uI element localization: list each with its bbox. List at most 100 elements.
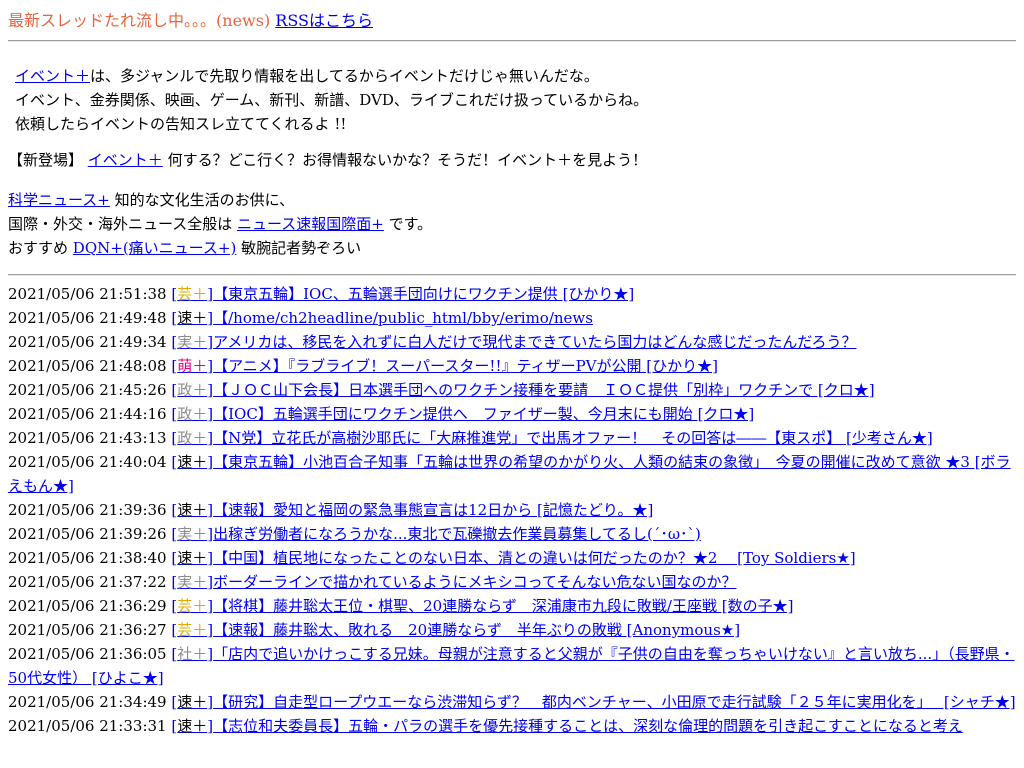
feed-row: 2021/05/06 21:40:04 [速＋]【東京五輪】小池百合子知事「五輪… <box>8 450 1016 498</box>
feed-category-label: 速＋ <box>177 309 208 327</box>
intl-prefix: 国際・外交・海外ニュース全般は <box>8 215 233 233</box>
feed-category-link[interactable]: [速＋] <box>171 453 213 471</box>
news-tag: (news) <box>216 11 271 30</box>
feed-category-link[interactable]: [実＋] <box>171 333 213 351</box>
feed-category-link[interactable]: [政＋] <box>171 405 213 423</box>
feed-category-label: 速＋ <box>177 501 208 519</box>
feed-thread-title-link[interactable]: 【/home/ch2headline/public_html/bby/erimo… <box>213 309 593 327</box>
science-line: 科学ニュース+ 知的な文化生活のお供に、 <box>8 188 1016 212</box>
feed-thread-title-link[interactable]: 【アニメ】『ラブライブ！スーパースター!!』ティザーPVが公開 [ひかり★] <box>213 357 718 375</box>
dqn-line: おすすめ DQN+(痛いニュース+) 敏腕記者勢ぞろい <box>8 236 1016 260</box>
divider-top <box>8 40 1016 42</box>
feed-category-link[interactable]: [速＋] <box>171 309 213 327</box>
feed-row: 2021/05/06 21:33:31 [速＋]【志位和夫委員長】五輪・パラの選… <box>8 714 1016 738</box>
feed-category-label: 芸＋ <box>177 621 208 639</box>
rss-link[interactable]: RSSはこちら <box>275 11 373 30</box>
feed-category-link[interactable]: [芸＋] <box>171 597 213 615</box>
feed-category-label: 萌＋ <box>177 357 208 375</box>
intro-line-2: イベント、金券関係、映画、ゲーム、新刊、新譜、DVD、ライブこれだけ扱っているか… <box>15 91 649 109</box>
feed-row: 2021/05/06 21:36:29 [芸＋]【将棋】藤井聡太王位・棋聖、20… <box>8 594 1016 618</box>
feed-thread-title-link[interactable]: 【将棋】藤井聡太王位・棋聖、20連勝ならず 深浦康市九段に敗戦/王座戦 [数の子… <box>213 597 793 615</box>
thread-feed: 2021/05/06 21:51:38 [芸＋]【東京五輪】IOC、五輪選手団向… <box>8 282 1016 738</box>
intro-block: イベント＋は、多ジャンルで先取り情報を出してるからイベントだけじゃ無いんだな。 … <box>8 48 1016 136</box>
feed-category-label: 実＋ <box>177 525 208 543</box>
feed-timestamp: 2021/05/06 21:36:05 <box>8 645 167 663</box>
feed-category-link[interactable]: [速＋] <box>171 693 213 711</box>
feed-timestamp: 2021/05/06 21:40:04 <box>8 453 167 471</box>
feed-category-link[interactable]: [萌＋] <box>171 357 213 375</box>
dqn-prefix: おすすめ <box>8 239 69 257</box>
feed-category-label: 芸＋ <box>177 285 208 303</box>
feed-row: 2021/05/06 21:38:40 [速＋]【中国】植民地になったことのない… <box>8 546 1016 570</box>
feed-category-label: 社＋ <box>177 645 208 663</box>
feed-timestamp: 2021/05/06 21:51:38 <box>8 285 167 303</box>
feed-category-label: 速＋ <box>177 549 208 567</box>
intl-suffix: です。 <box>388 215 433 233</box>
feed-category-label: 芸＋ <box>177 597 208 615</box>
feed-category-link[interactable]: [速＋] <box>171 549 213 567</box>
feed-timestamp: 2021/05/06 21:37:22 <box>8 573 167 591</box>
feed-timestamp: 2021/05/06 21:36:29 <box>8 597 167 615</box>
feed-category-label: 速＋ <box>177 717 208 735</box>
feed-row: 2021/05/06 21:34:49 [速＋]【研究】自走型ロープウエーなら渋… <box>8 690 1016 714</box>
intl-news-link[interactable]: ニュース速報国際面+ <box>237 215 384 233</box>
feed-category-label: 政＋ <box>177 429 208 447</box>
feed-row: 2021/05/06 21:43:13 [政＋]【N党】立花氏が高樹沙耶氏に「大… <box>8 426 1016 450</box>
feed-category-link[interactable]: [社＋] <box>171 645 213 663</box>
newcomer-prefix: 【新登場】 <box>8 151 84 169</box>
feed-row: 2021/05/06 21:39:36 [速＋]【速報】愛知と福岡の緊急事態宣言… <box>8 498 1016 522</box>
feed-thread-title-link[interactable]: 【中国】植民地になったことのない日本、清との違いは何だったのか？★2 [Toy … <box>213 549 856 567</box>
feed-timestamp: 2021/05/06 21:39:36 <box>8 501 167 519</box>
feed-thread-title-link[interactable]: 【東京五輪】IOC、五輪選手団向けにワクチン提供 [ひかり★] <box>213 285 634 303</box>
feed-timestamp: 2021/05/06 21:38:40 <box>8 549 167 567</box>
page: 最新スレッドたれ流し中。。。(news) RSSはこちら イベント＋は、多ジャン… <box>0 0 1024 738</box>
dqn-link[interactable]: DQN+(痛いニュース+) <box>73 239 237 257</box>
feed-row: 2021/05/06 21:37:22 [実＋]ボーダーラインで描かれているよう… <box>8 570 1016 594</box>
feed-thread-title-link[interactable]: 【速報】愛知と福岡の緊急事態宣言は12日から [記憶たどり。★] <box>213 501 653 519</box>
event-plus-link[interactable]: イベント＋ <box>15 67 90 85</box>
feed-thread-title-link[interactable]: 【ＪＯＣ山下会長】日本選手団へのワクチン接種を要請 ＩＯＣ提供「別枠」ワクチンで… <box>213 381 874 399</box>
live-feed-label: 最新スレッドたれ流し中。。。 <box>8 11 217 30</box>
feed-category-label: 政＋ <box>177 405 208 423</box>
feed-category-link[interactable]: [速＋] <box>171 717 213 735</box>
feed-thread-title-link[interactable]: 【研究】自走型ロープウエーなら渋滞知らず？ 都内ベンチャー、小田原で走行試験「２… <box>213 693 1015 711</box>
feed-category-link[interactable]: [実＋] <box>171 573 213 591</box>
feed-row: 2021/05/06 21:48:08 [萌＋]【アニメ】『ラブライブ！スーパー… <box>8 354 1016 378</box>
feed-category-link[interactable]: [政＋] <box>171 429 213 447</box>
feed-row: 2021/05/06 21:49:48 [速＋]【/home/ch2headli… <box>8 306 1016 330</box>
feed-thread-title-link[interactable]: 【N党】立花氏が高樹沙耶氏に「大麻推進党」で出馬オファー！ その回答は――【東ス… <box>213 429 933 447</box>
feed-timestamp: 2021/05/06 21:43:13 <box>8 429 167 447</box>
feed-timestamp: 2021/05/06 21:34:49 <box>8 693 167 711</box>
feed-timestamp: 2021/05/06 21:36:27 <box>8 621 167 639</box>
feed-timestamp: 2021/05/06 21:49:34 <box>8 333 167 351</box>
dqn-text: 敏腕記者勢ぞろい <box>241 239 362 257</box>
feed-category-link[interactable]: [実＋] <box>171 525 213 543</box>
feed-row: 2021/05/06 21:45:26 [政＋]【ＪＯＣ山下会長】日本選手団への… <box>8 378 1016 402</box>
feed-category-link[interactable]: [芸＋] <box>171 285 213 303</box>
science-news-link[interactable]: 科学ニュース+ <box>8 191 110 209</box>
feed-thread-title-link[interactable]: 【IOC】五輪選手団にワクチン提供へ ファイザー製、今月末にも開始 [クロ★] <box>213 405 754 423</box>
feed-row: 2021/05/06 21:36:05 [社＋]「店内で追いかけっこする兄妹。母… <box>8 642 1016 690</box>
feed-category-link[interactable]: [政＋] <box>171 381 213 399</box>
feed-row: 2021/05/06 21:49:34 [実＋]アメリカは、移民を入れずに白人だ… <box>8 330 1016 354</box>
feed-row: 2021/05/06 21:51:38 [芸＋]【東京五輪】IOC、五輪選手団向… <box>8 282 1016 306</box>
feed-thread-title-link[interactable]: 【志位和夫委員長】五輪・パラの選手を優先接種することは、深刻な倫理的問題を引き起… <box>213 717 963 735</box>
intro-line-1-text: は、多ジャンルで先取り情報を出してるからイベントだけじゃ無いんだな。 <box>90 67 599 85</box>
feed-category-link[interactable]: [速＋] <box>171 501 213 519</box>
newcomer-line: 【新登場】 イベント＋ 何する？どこ行く？お得情報ないかな？そうだ！イベント＋を… <box>8 148 1016 172</box>
related-links: 科学ニュース+ 知的な文化生活のお供に、 国際・外交・海外ニュース全般は ニュー… <box>8 188 1016 260</box>
newcomer-text: 何する？どこ行く？お得情報ないかな？そうだ！イベント＋を見よう！ <box>167 151 648 169</box>
newcomer-event-link[interactable]: イベント＋ <box>88 151 163 169</box>
intro-line-1: イベント＋は、多ジャンルで先取り情報を出してるからイベントだけじゃ無いんだな。 <box>15 64 1016 88</box>
feed-timestamp: 2021/05/06 21:33:31 <box>8 717 167 735</box>
feed-category-label: 速＋ <box>177 453 208 471</box>
feed-row: 2021/05/06 21:39:26 [実＋]出稼ぎ労働者になろうかな...東… <box>8 522 1016 546</box>
feed-category-label: 政＋ <box>177 381 208 399</box>
feed-thread-title-link[interactable]: ボーダーラインで描かれているようにメキシコってそんない危ない国なのか？ <box>213 573 736 591</box>
divider-feed <box>8 274 1016 276</box>
feed-thread-title-link[interactable]: アメリカは、移民を入れずに白人だけで現代まできていたら国力はどんな感じだったんだ… <box>213 333 856 351</box>
feed-thread-title-link[interactable]: 【速報】藤井聡太、敗れる 20連勝ならず 半年ぶりの敗戦 [Anonymous★… <box>213 621 740 639</box>
feed-category-link[interactable]: [芸＋] <box>171 621 213 639</box>
feed-timestamp: 2021/05/06 21:45:26 <box>8 381 167 399</box>
feed-thread-title-link[interactable]: 出稼ぎ労働者になろうかな...東北で瓦礫撤去作業員募集してるし(´･ω･`) <box>213 525 701 543</box>
